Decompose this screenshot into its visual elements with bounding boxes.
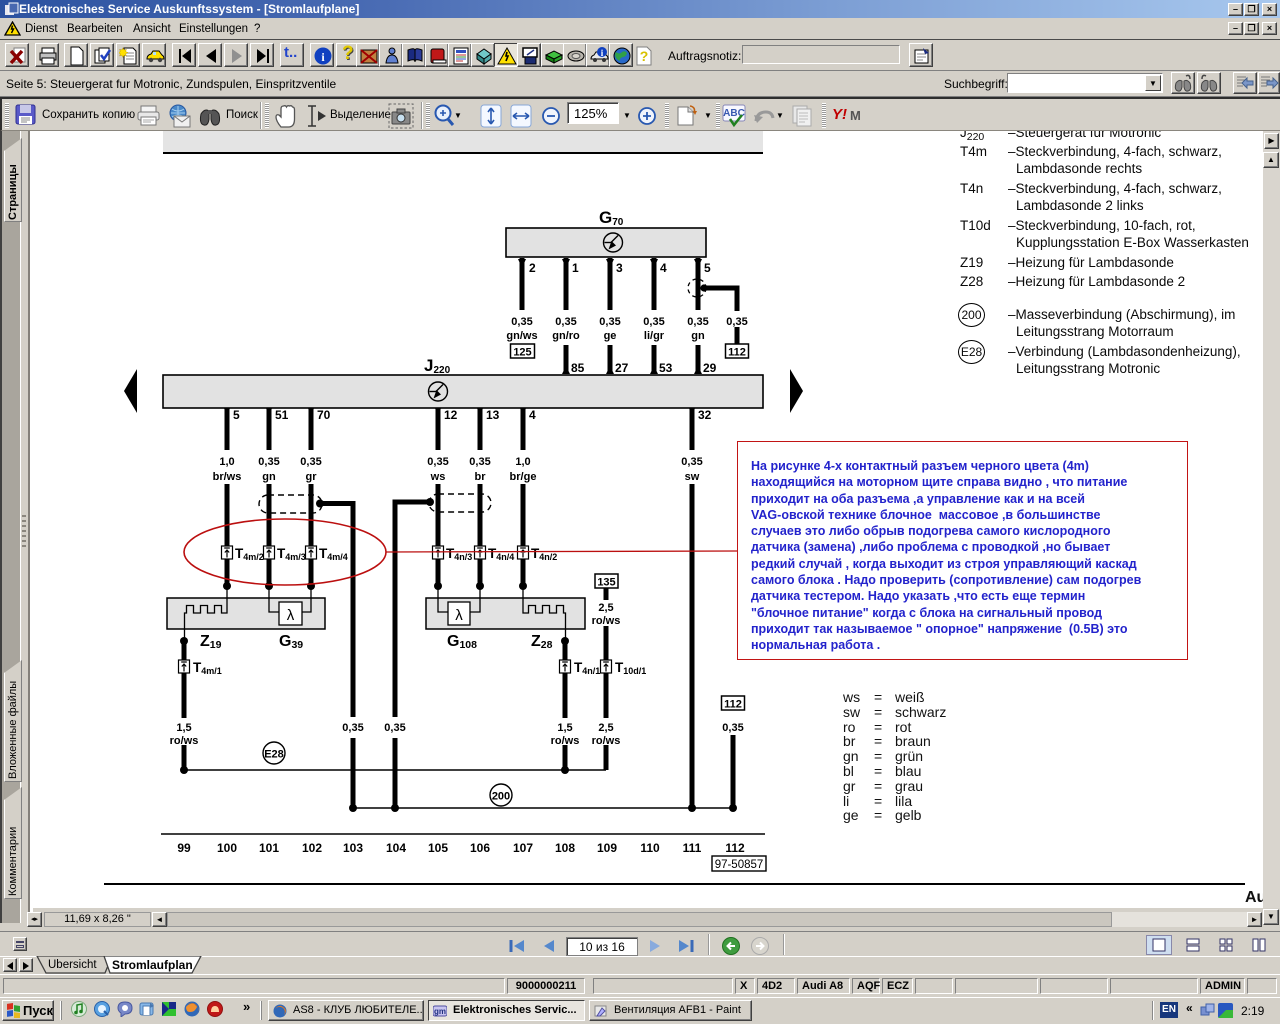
svg-text:0,35: 0,35 xyxy=(427,456,448,468)
svg-text:108: 108 xyxy=(555,841,575,855)
svg-text:Z28: Z28 xyxy=(531,633,553,651)
svg-text:2,5: 2,5 xyxy=(598,722,613,734)
svg-text:0,35: 0,35 xyxy=(469,456,490,468)
svg-text:br/ws: br/ws xyxy=(213,471,242,483)
svg-text:4: 4 xyxy=(529,408,536,422)
svg-text:G70: G70 xyxy=(599,208,624,228)
svg-text:112: 112 xyxy=(724,699,742,711)
svg-text:107: 107 xyxy=(513,841,533,855)
svg-text:29: 29 xyxy=(703,361,717,375)
svg-text:λ: λ xyxy=(287,607,295,624)
svg-text:1,5: 1,5 xyxy=(176,722,191,734)
svg-text:125: 125 xyxy=(513,347,531,359)
svg-text:27: 27 xyxy=(615,361,629,375)
svg-text:sw: sw xyxy=(685,471,700,483)
svg-text:110: 110 xyxy=(640,841,660,855)
svg-text:0,35: 0,35 xyxy=(342,722,363,734)
svg-text:0,35: 0,35 xyxy=(643,316,664,328)
svg-text:5: 5 xyxy=(233,408,240,422)
svg-text:T10d/1: T10d/1 xyxy=(615,660,646,676)
svg-text:T4m/4: T4m/4 xyxy=(319,546,348,562)
svg-text:?: ? xyxy=(640,48,649,64)
svg-text:0,35: 0,35 xyxy=(384,722,405,734)
svg-text:99: 99 xyxy=(177,841,191,855)
svg-text:0,35: 0,35 xyxy=(555,316,576,328)
svg-text:br/ge: br/ge xyxy=(510,471,537,483)
svg-text:1,0: 1,0 xyxy=(219,456,234,468)
svg-text:gn: gn xyxy=(262,471,276,483)
svg-text:ro/ws: ro/ws xyxy=(592,615,621,627)
svg-text:1: 1 xyxy=(572,261,579,275)
svg-text:111: 111 xyxy=(683,841,702,855)
svg-text:2: 2 xyxy=(529,261,536,275)
svg-text:gn: gn xyxy=(691,330,705,342)
svg-text:32: 32 xyxy=(698,408,712,422)
svg-text:12: 12 xyxy=(444,408,458,422)
svg-text:109: 109 xyxy=(597,841,617,855)
svg-text:100: 100 xyxy=(217,841,237,855)
svg-text:Z19: Z19 xyxy=(200,633,222,651)
svg-text:li/gr: li/gr xyxy=(644,330,665,342)
svg-text:105: 105 xyxy=(428,841,448,855)
svg-text:T4n/2: T4n/2 xyxy=(531,546,557,562)
svg-text:85: 85 xyxy=(571,361,585,375)
svg-text:gm: gm xyxy=(434,1007,446,1016)
svg-text:97-50857: 97-50857 xyxy=(715,859,764,871)
svg-text:T4m/1: T4m/1 xyxy=(193,660,222,676)
svg-text:1,0: 1,0 xyxy=(515,456,530,468)
svg-text:3: 3 xyxy=(616,261,623,275)
svg-text:gn/ws: gn/ws xyxy=(506,330,537,342)
svg-text:T4n/1: T4n/1 xyxy=(574,660,600,676)
svg-text:ws: ws xyxy=(430,471,446,483)
svg-text:0,35: 0,35 xyxy=(722,722,743,734)
svg-text:200: 200 xyxy=(492,791,510,803)
svg-text:0,35: 0,35 xyxy=(681,456,702,468)
svg-text:ro/ws: ro/ws xyxy=(551,735,580,747)
svg-text:4: 4 xyxy=(660,261,667,275)
svg-text:T4m/2: T4m/2 xyxy=(235,546,264,562)
svg-text:2,5: 2,5 xyxy=(598,602,613,614)
svg-text:br: br xyxy=(475,471,487,483)
svg-text:0,35: 0,35 xyxy=(687,316,708,328)
svg-text:0,35: 0,35 xyxy=(258,456,279,468)
svg-text:0,35: 0,35 xyxy=(511,316,532,328)
svg-text:ge: ge xyxy=(604,330,617,342)
svg-text:53: 53 xyxy=(659,361,673,375)
svg-text:112: 112 xyxy=(728,347,746,359)
svg-text:0,35: 0,35 xyxy=(726,316,747,328)
svg-text:101: 101 xyxy=(259,841,279,855)
svg-text:104: 104 xyxy=(386,841,406,855)
svg-text:70: 70 xyxy=(317,408,331,422)
svg-text:λ: λ xyxy=(455,607,463,624)
svg-text:E28: E28 xyxy=(264,749,284,761)
svg-text:135: 135 xyxy=(597,577,615,589)
svg-text:13: 13 xyxy=(486,408,500,422)
svg-text:106: 106 xyxy=(470,841,490,855)
svg-text:gr: gr xyxy=(306,471,318,483)
svg-text:1,5: 1,5 xyxy=(557,722,572,734)
svg-text:G39: G39 xyxy=(279,633,303,651)
svg-text:103: 103 xyxy=(343,841,363,855)
svg-text:0,35: 0,35 xyxy=(599,316,620,328)
svg-text:gn/ro: gn/ro xyxy=(552,330,580,342)
svg-text:T4n/3: T4n/3 xyxy=(446,546,472,562)
svg-text:T4n/4: T4n/4 xyxy=(488,546,514,562)
svg-text:ro/ws: ro/ws xyxy=(170,735,199,747)
svg-text:ro/ws: ro/ws xyxy=(592,735,621,747)
svg-text:0,35: 0,35 xyxy=(300,456,321,468)
svg-text:51: 51 xyxy=(275,408,289,422)
svg-text:J220: J220 xyxy=(424,356,451,376)
svg-text:5: 5 xyxy=(704,261,711,275)
svg-text:G108: G108 xyxy=(447,633,477,651)
svg-text:102: 102 xyxy=(302,841,322,855)
svg-text:112: 112 xyxy=(725,841,745,855)
svg-text:T4m/3: T4m/3 xyxy=(277,546,306,562)
